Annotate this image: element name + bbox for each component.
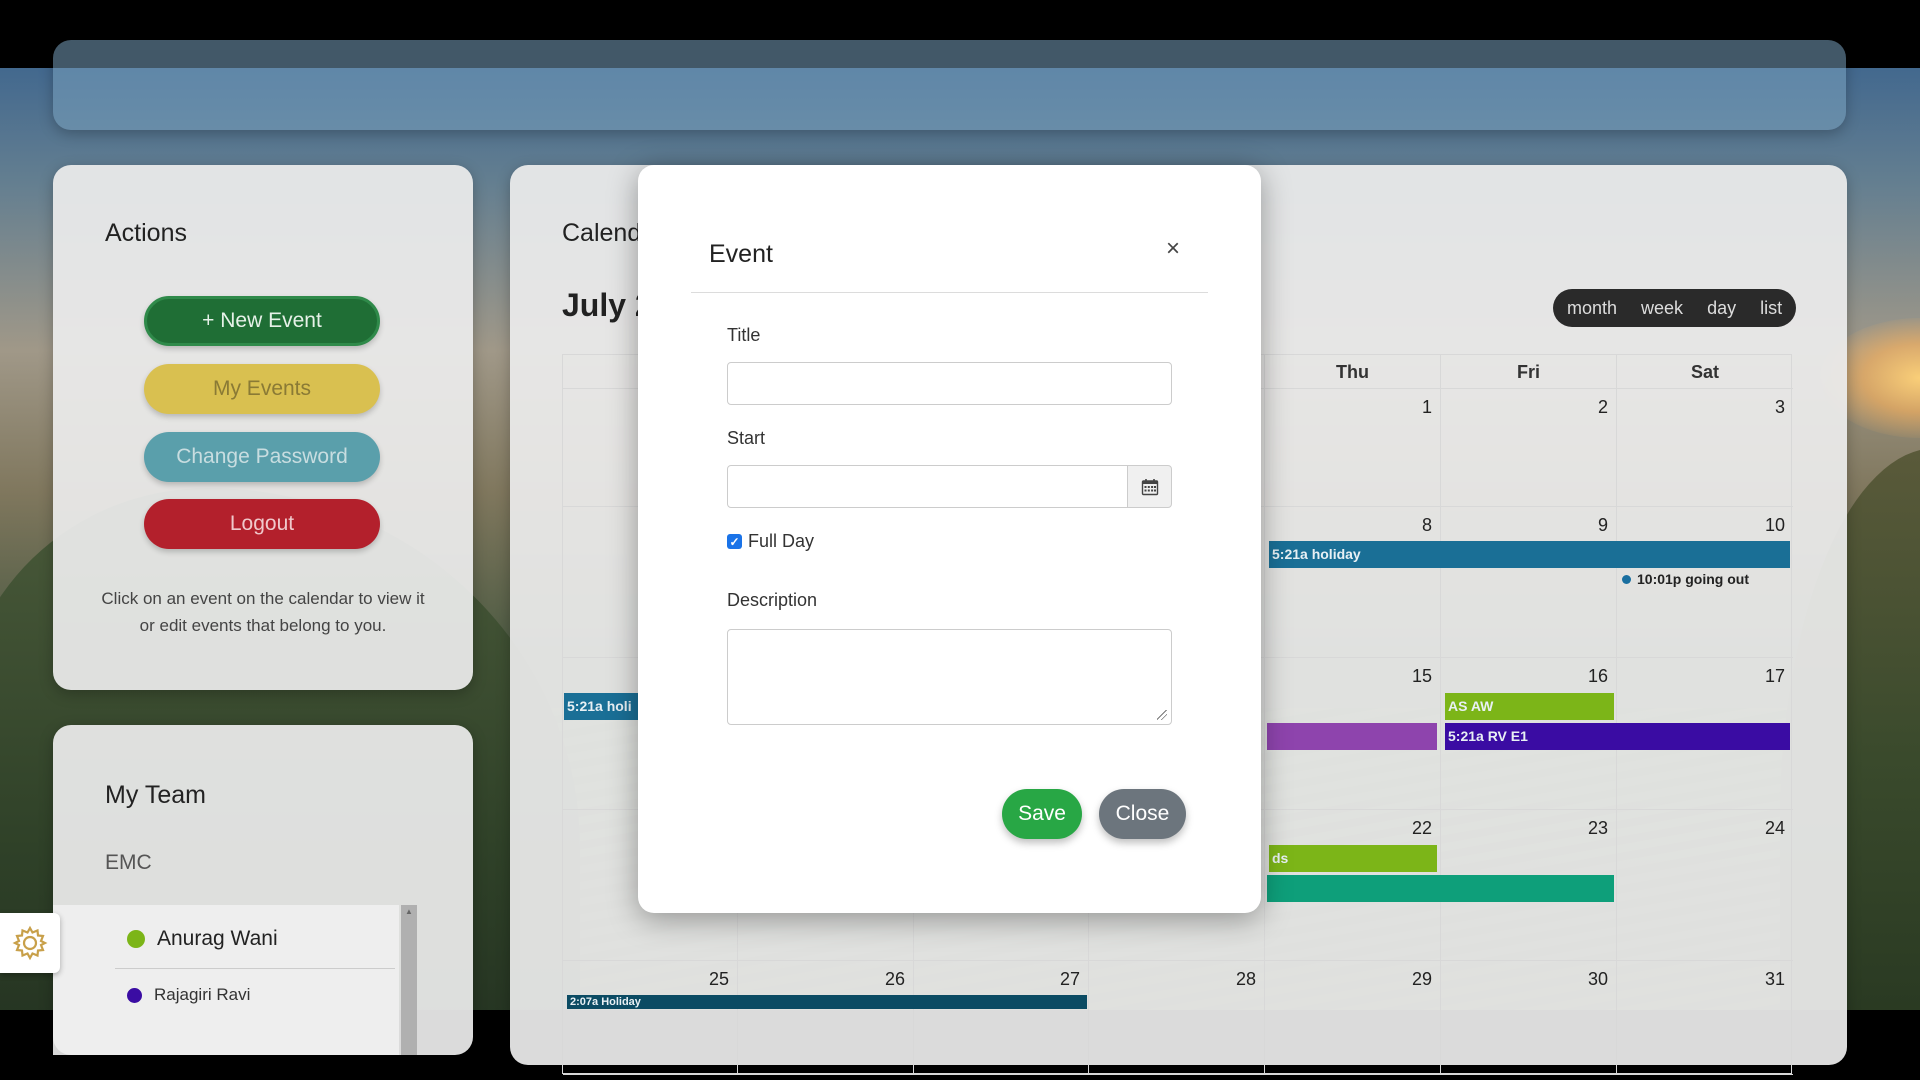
event-modal: Event × Title Start ✓ Full Day Descripti…	[638, 165, 1261, 913]
calendar-icon	[1141, 478, 1158, 495]
modal-title: Event	[709, 240, 773, 268]
close-button[interactable]: Close	[1099, 789, 1186, 839]
description-label: Description	[727, 590, 818, 610]
start-date-input[interactable]	[727, 465, 1128, 508]
date-picker-button[interactable]	[1127, 465, 1172, 508]
resize-handle-icon[interactable]	[1157, 710, 1167, 720]
full-day-label: Full Day	[748, 531, 815, 551]
title-label: Title	[727, 325, 761, 345]
checkbox-checked-icon[interactable]: ✓	[727, 534, 742, 549]
save-button[interactable]: Save	[1002, 789, 1082, 839]
start-label: Start	[727, 428, 766, 448]
full-day-checkbox[interactable]: ✓ Full Day	[727, 531, 814, 552]
description-textarea[interactable]	[727, 629, 1172, 725]
title-input[interactable]	[727, 362, 1172, 405]
modal-header-divider	[691, 292, 1208, 293]
screen: Actions + New Event My Events Change Pas…	[0, 0, 1920, 1080]
close-icon[interactable]: ×	[1166, 237, 1180, 261]
